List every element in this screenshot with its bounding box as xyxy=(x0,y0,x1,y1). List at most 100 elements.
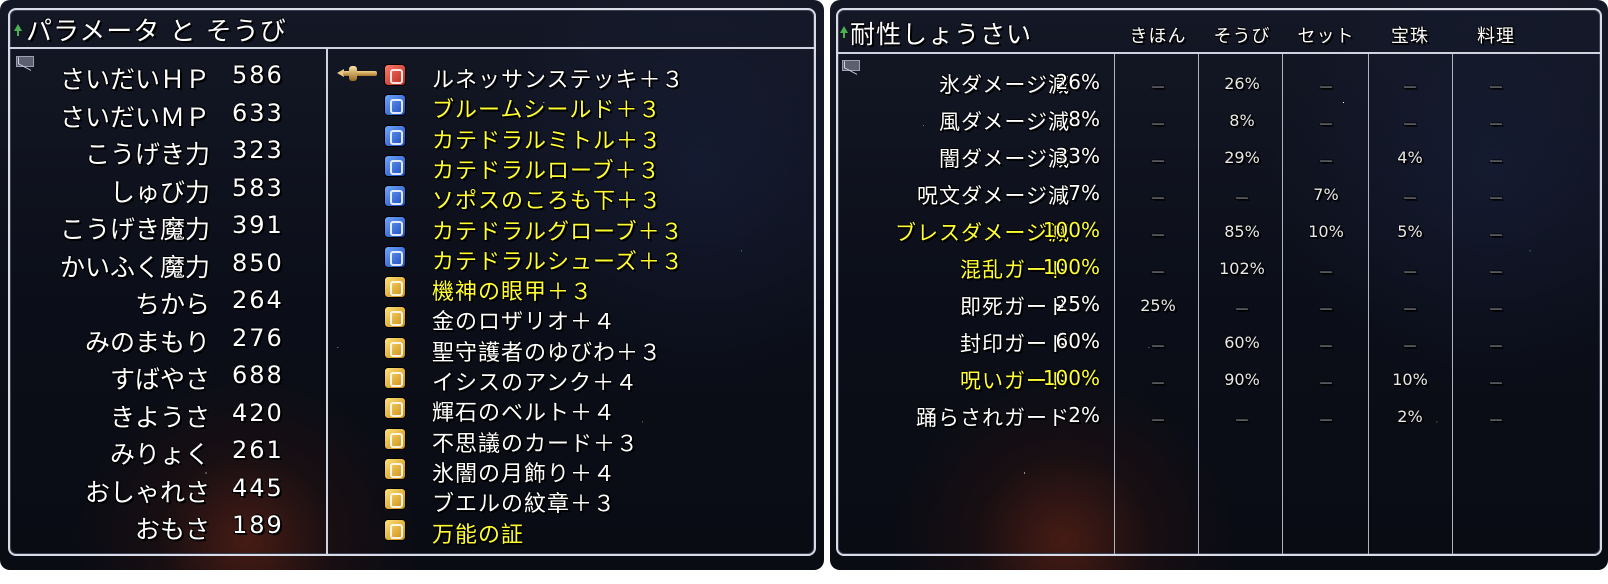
stat-label: こうげき力 xyxy=(84,140,210,169)
resistance-cell: 4% xyxy=(1397,148,1423,167)
equipment-row[interactable]: 氷闇の月飾り＋４ xyxy=(380,456,800,487)
resistance-cell: － xyxy=(1487,152,1504,171)
resistance-cell: － xyxy=(1233,189,1250,208)
equipment-row[interactable]: カテドラルシューズ＋３ xyxy=(380,244,800,275)
equipment-row[interactable]: イシスのアンク＋４ xyxy=(380,365,800,396)
stat-value: 276 xyxy=(232,323,284,352)
resistance-cell: － xyxy=(1401,300,1418,319)
resistance-cell: － xyxy=(1487,263,1504,282)
equipment-name: イシスのアンク＋４ xyxy=(432,371,639,396)
crest-icon xyxy=(384,488,406,511)
stat-label: みりょく xyxy=(109,440,210,469)
resistance-cell: 60% xyxy=(1224,333,1260,352)
stat-label: きようさ xyxy=(109,402,210,432)
equipment-name: カテドラルミトル＋３ xyxy=(432,128,663,154)
resistance-total: 2% xyxy=(1068,403,1100,427)
resistance-cell: － xyxy=(1487,374,1504,393)
card-icon xyxy=(384,427,406,450)
resistance-cell: 8% xyxy=(1229,111,1255,130)
resistance-row: 即死ガード 25% 25% －－－－ xyxy=(830,291,1600,321)
stat-value: 261 xyxy=(232,436,284,464)
equipment-row[interactable]: 聖守護者のゆびわ＋３ xyxy=(380,335,800,366)
ring-icon xyxy=(384,336,406,359)
equipment-name: 万能の証 xyxy=(432,522,525,548)
resistance-row: 闇ダメージ減 33% － 29% － 4% － xyxy=(830,143,1600,173)
resistance-row: 踊らされガード 2% －－－ 2% － xyxy=(830,402,1600,432)
stat-label: こうげき魔力 xyxy=(59,215,210,244)
hand-accessory-icon xyxy=(384,367,406,389)
stat-value: 586 xyxy=(232,61,284,89)
neck-accessory-icon xyxy=(384,306,406,329)
resistance-row: 氷ダメージ減 26% － 26% －－－ xyxy=(830,69,1600,99)
resistance-cell: － xyxy=(1317,115,1334,134)
resistance-cell: － xyxy=(1317,411,1334,430)
face-accessory-icon xyxy=(384,276,406,299)
cursor-arrow-icon xyxy=(840,26,848,38)
equipment-row[interactable]: ブエルの紋章＋３ xyxy=(380,486,800,517)
head-armor-icon xyxy=(384,124,406,147)
stat-label: ちから xyxy=(134,290,210,319)
column-header: セット xyxy=(1297,26,1355,47)
resistance-cell: 25% xyxy=(1140,296,1176,315)
equipment-row[interactable]: 不思議のカード＋３ xyxy=(380,426,800,457)
resistance-cell: － xyxy=(1317,78,1334,97)
resistance-cell: － xyxy=(1401,115,1418,134)
cursor-arrow-icon xyxy=(14,24,22,36)
equipment-row[interactable]: ソポスのころも下＋３ xyxy=(380,183,800,214)
equipment-name: カテドラルグローブ＋３ xyxy=(432,219,684,245)
equipment-row[interactable]: カテドラルローブ＋３ xyxy=(380,153,800,184)
column-header: そうび xyxy=(1213,26,1271,47)
other-accessory-icon xyxy=(384,457,406,480)
stat-label: おしゃれさ xyxy=(84,477,210,507)
resistance-cell: 5% xyxy=(1397,222,1423,241)
resistance-row: 呪文ダメージ減 7% －－ 7% －－ xyxy=(830,180,1600,210)
resistance-cell: － xyxy=(1149,337,1166,356)
resistance-cell: 10% xyxy=(1392,370,1428,389)
stat-value: 633 xyxy=(232,98,284,127)
resistance-cell: 85% xyxy=(1224,222,1260,241)
equipment-row[interactable]: カテドラルグローブ＋３ xyxy=(380,214,800,245)
resistance-cell: 2% xyxy=(1397,407,1423,426)
equipment-row[interactable]: カテドラルミトル＋３ xyxy=(380,123,800,154)
body-armor-icon xyxy=(384,154,406,177)
stat-value: 323 xyxy=(232,136,284,164)
stat-value: 264 xyxy=(232,286,284,314)
stat-value: 688 xyxy=(232,361,284,389)
equipment-row[interactable]: ブルームシールド＋３ xyxy=(380,92,800,123)
resistance-cell: － xyxy=(1487,226,1504,245)
selection-pointer-icon xyxy=(337,66,381,81)
resistance-total: 8% xyxy=(1068,107,1100,131)
screen: パラメータ と そうび さいだいＨＰ 586 さいだいＭＰ 633 こうげき力 323 しゅ… xyxy=(0,0,1608,584)
resistance-detail-window: 耐性しょうさい きほん そうび セット 宝珠 料理 氷ダメージ減 26% － 26% －－－風ダ… xyxy=(830,0,1608,570)
resistance-cell: － xyxy=(1317,300,1334,319)
resistance-cell: 26% xyxy=(1224,74,1260,93)
resistance-row: ブレスダメージ減 100% － 85% 10% 5% － xyxy=(830,217,1600,247)
column-header: 料理 xyxy=(1477,26,1515,47)
equipment-row[interactable]: ルネッサンステッキ＋３ xyxy=(380,62,800,93)
resistance-total: 26% xyxy=(1055,70,1100,94)
equipment-name: 機神の眼甲＋３ xyxy=(432,280,594,306)
resistance-cell: － xyxy=(1149,152,1166,171)
equipment-name: ブエルの紋章＋３ xyxy=(432,492,617,518)
column-header: きほん xyxy=(1129,26,1187,47)
glove-icon xyxy=(384,215,406,238)
equipment-row[interactable]: 輝石のベルト＋４ xyxy=(380,395,800,426)
shield-icon xyxy=(384,94,406,117)
resistance-row: 混乱ガード 100% － 102% －－－ xyxy=(830,254,1600,284)
equipment-row[interactable]: 万能の証 xyxy=(380,517,800,548)
stat-label: しゅび力 xyxy=(109,177,210,207)
resistance-cell: － xyxy=(1401,263,1418,282)
column-header: 宝珠 xyxy=(1391,26,1429,47)
equipment-name: 不思議のカード＋３ xyxy=(432,431,640,457)
resistance-cell: － xyxy=(1487,300,1504,319)
equipment-name: ルネッサンステッキ＋３ xyxy=(432,68,685,93)
stat-label: かいふく魔力 xyxy=(59,252,210,282)
resistance-cell: － xyxy=(1149,189,1166,208)
belt-icon xyxy=(384,397,406,420)
resistance-cell: 90% xyxy=(1224,370,1260,389)
equipment-row[interactable]: 金のロザリオ＋４ xyxy=(380,304,800,335)
resistance-cell: － xyxy=(1149,263,1166,282)
equipment-name: 輝石のベルト＋４ xyxy=(432,401,617,427)
proof-icon xyxy=(384,518,406,541)
equipment-row[interactable]: 機神の眼甲＋３ xyxy=(380,274,800,305)
